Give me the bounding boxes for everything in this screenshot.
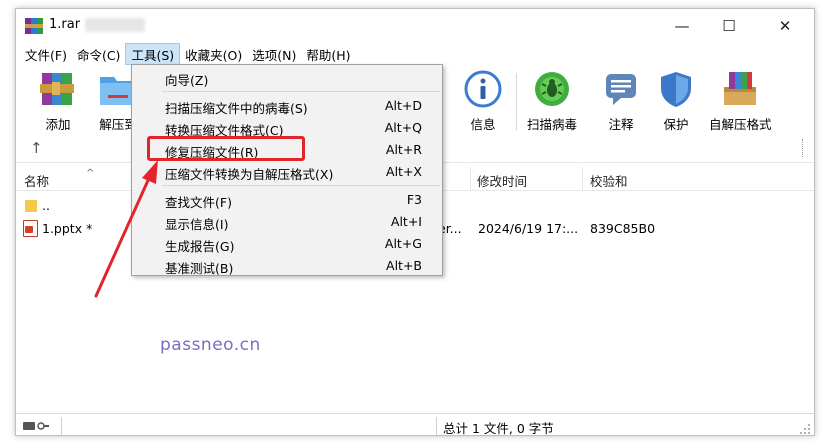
status-divider bbox=[61, 417, 62, 435]
add-label: 添加 bbox=[45, 117, 71, 132]
column-divider bbox=[582, 167, 583, 191]
toolbar-separator bbox=[516, 73, 517, 131]
add-button[interactable]: 添加 bbox=[38, 69, 78, 133]
menu-item-label: 生成报告(G) bbox=[165, 239, 235, 254]
menu-item-benchmark[interactable]: 基准测试(B) Alt+B bbox=[132, 255, 442, 277]
menu-item-label: 扫描压缩文件中的病毒(S) bbox=[165, 101, 308, 116]
protect-button[interactable]: 保护 bbox=[656, 69, 696, 133]
menu-item-label: 查找文件(F) bbox=[165, 195, 232, 210]
info-label: 信息 bbox=[470, 117, 496, 132]
menu-item-shortcut: Alt+I bbox=[390, 214, 422, 229]
status-summary: 总计 1 文件, 0 字节 bbox=[443, 421, 554, 436]
menu-item-shortcut: Alt+B bbox=[386, 258, 422, 273]
column-name[interactable]: 名称 bbox=[24, 171, 49, 190]
sort-ascending-icon: ^ bbox=[86, 168, 95, 179]
menu-item-find[interactable]: 查找文件(F) F3 bbox=[132, 189, 442, 211]
menu-file[interactable]: 文件(F) bbox=[20, 43, 72, 65]
menu-item-convert-sfx[interactable]: 压缩文件转换为自解压格式(X) Alt+X bbox=[132, 161, 442, 183]
title-blurred-text bbox=[85, 18, 145, 32]
minimize-button[interactable]: — bbox=[659, 9, 705, 43]
scan-label: 扫描病毒 bbox=[527, 117, 578, 132]
menu-item-label: 显示信息(I) bbox=[165, 217, 229, 232]
column-modified[interactable]: 修改时间 bbox=[477, 171, 527, 190]
menu-item-label: 向导(Z) bbox=[165, 73, 209, 88]
status-bar: 总计 1 文件, 0 字节 bbox=[16, 413, 814, 436]
menu-tools[interactable]: 工具(S) bbox=[125, 43, 181, 65]
shield-icon bbox=[661, 72, 691, 107]
scan-virus-button[interactable]: 扫描病毒 bbox=[527, 69, 577, 133]
tools-dropdown-menu: 向导(Z) 扫描压缩文件中的病毒(S) Alt+D 转换压缩文件格式(C) Al… bbox=[131, 64, 443, 276]
menu-separator bbox=[162, 185, 440, 186]
window-title: 1.rar bbox=[49, 17, 81, 32]
menu-item-shortcut: Alt+D bbox=[384, 98, 422, 113]
protect-label: 保护 bbox=[663, 117, 689, 132]
drive-key-icon bbox=[23, 422, 49, 430]
title-bar: 1.rar — ☐ ✕ bbox=[16, 9, 814, 43]
menu-item-scan-virus[interactable]: 扫描压缩文件中的病毒(S) Alt+D bbox=[132, 95, 442, 117]
watermark-text: passneo.cn bbox=[160, 335, 261, 355]
menu-item-shortcut: Alt+Q bbox=[384, 120, 422, 135]
menu-item-shortcut: Alt+G bbox=[384, 236, 422, 251]
menu-options[interactable]: 选项(N) bbox=[247, 43, 301, 65]
column-divider bbox=[470, 167, 471, 191]
status-divider bbox=[436, 417, 437, 435]
menu-item-shortcut: Alt+R bbox=[385, 142, 422, 157]
menu-item-shortcut: F3 bbox=[406, 192, 422, 207]
pathbar-grip bbox=[802, 139, 806, 157]
virus-scan-icon bbox=[535, 72, 569, 106]
comment-label: 注释 bbox=[608, 117, 634, 132]
folder-up-icon bbox=[25, 200, 37, 212]
menu-item-shortcut: Alt+X bbox=[386, 164, 422, 179]
pptx-icon bbox=[23, 220, 38, 237]
file-modified: 2024/6/19 17:... bbox=[478, 221, 579, 236]
info-icon bbox=[464, 70, 502, 108]
comment-icon bbox=[606, 74, 636, 105]
menu-commands[interactable]: 命令(C) bbox=[72, 43, 125, 65]
column-checksum[interactable]: 校验和 bbox=[590, 171, 628, 190]
highlight-annotation-box bbox=[147, 136, 305, 161]
sfx-button[interactable]: 自解压格式 bbox=[709, 69, 772, 133]
file-name: 1.pptx * bbox=[42, 221, 93, 236]
menu-bar: 文件(F) 命令(C) 工具(S) 收藏夹(O) 选项(N) 帮助(H) bbox=[16, 43, 814, 65]
close-button[interactable]: ✕ bbox=[762, 9, 808, 43]
maximize-button[interactable]: ☐ bbox=[706, 9, 752, 43]
menu-help[interactable]: 帮助(H) bbox=[301, 43, 355, 65]
up-arrow-icon[interactable]: ↑ bbox=[30, 139, 43, 157]
sfx-icon bbox=[724, 72, 757, 105]
menu-item-show-info[interactable]: 显示信息(I) Alt+I bbox=[132, 211, 442, 233]
menu-item-report[interactable]: 生成报告(G) Alt+G bbox=[132, 233, 442, 255]
resize-grip-icon[interactable] bbox=[799, 423, 811, 435]
menu-favorites[interactable]: 收藏夹(O) bbox=[180, 43, 247, 65]
archive-add-icon bbox=[40, 73, 74, 105]
menu-item-label: 压缩文件转换为自解压格式(X) bbox=[165, 167, 334, 182]
file-name: .. bbox=[42, 198, 50, 213]
menu-item-label: 基准测试(B) bbox=[165, 261, 234, 276]
file-checksum: 839C85B0 bbox=[590, 221, 656, 236]
winrar-app-icon bbox=[25, 18, 43, 34]
info-button[interactable]: 信息 bbox=[463, 69, 503, 133]
sfx-label: 自解压格式 bbox=[709, 117, 772, 132]
menu-item-wizard[interactable]: 向导(Z) bbox=[132, 67, 442, 89]
menu-separator bbox=[162, 91, 440, 92]
comment-button[interactable]: 注释 bbox=[601, 69, 641, 133]
